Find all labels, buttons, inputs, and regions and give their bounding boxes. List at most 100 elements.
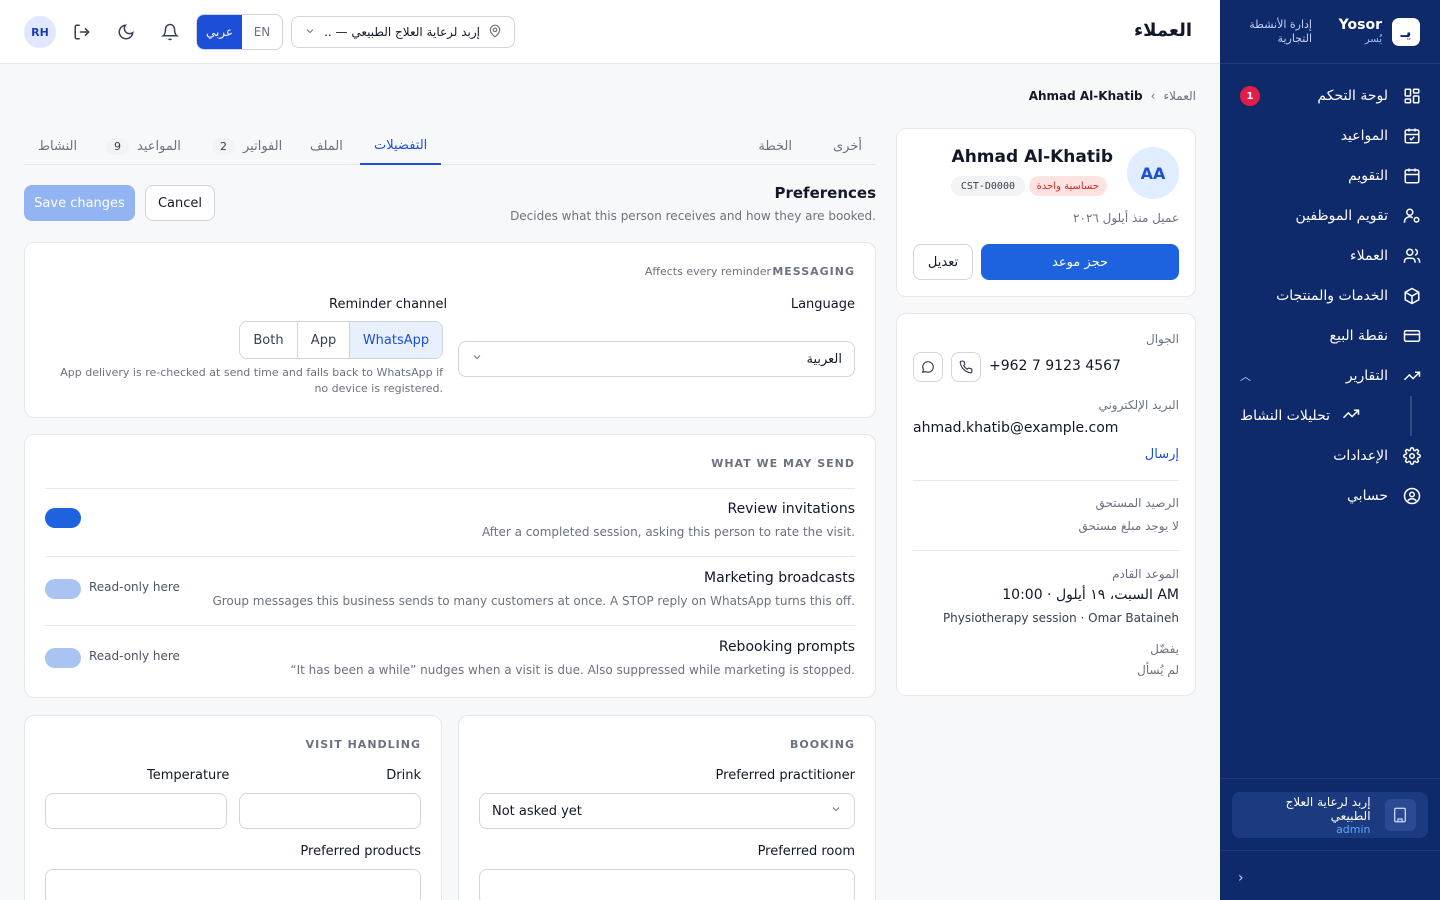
chevron-down-icon [304, 25, 316, 40]
channel-app-option[interactable]: App [298, 322, 350, 358]
room-select[interactable] [479, 869, 855, 900]
what-we-may-send-card: WHAT WE MAY SEND Review invitations Afte… [24, 434, 876, 698]
map-pin-icon [488, 24, 502, 41]
sidebar-item-label: نقطة البيع [1329, 328, 1388, 344]
save-button[interactable]: Save changes [24, 185, 135, 221]
bell-icon[interactable] [158, 20, 182, 44]
book-appointment-button[interactable]: حجز موعد [981, 244, 1179, 280]
sidebar-nav: 1 لوحة التحكم المواعيد التقويم تقويم الم… [1220, 64, 1440, 516]
prefers-label: يفضّل [1150, 642, 1179, 656]
language-toggle: عربي EN [196, 14, 283, 50]
email-value: ahmad.khatib@example.com [913, 420, 1119, 436]
brand-name-ar: يُسر [1364, 33, 1382, 45]
sidebar-item-label: الخدمات والمنتجات [1276, 288, 1388, 304]
tab-count: 9 [106, 137, 129, 155]
sidebar-item-account[interactable]: حسابي [1220, 476, 1440, 516]
tab-label: النشاط [38, 138, 78, 154]
user-cog-icon [1402, 206, 1422, 226]
rebooking-prompts-toggle [45, 648, 81, 668]
sidebar-item-reports[interactable]: ︿ التقارير [1220, 356, 1440, 396]
page-title: العملاء [1133, 20, 1192, 41]
org-switcher[interactable]: إربد لرعاية العلاج الطبيعي admin [1232, 792, 1428, 838]
brand-logo: يـ [1392, 17, 1420, 46]
next-appointment-date: السبت، ١٩ أيلول · 10:00 AM [1002, 587, 1179, 603]
row-description: “It has been a while” nudges when a visi… [290, 663, 855, 677]
avatar[interactable]: RH [24, 16, 56, 48]
products-input[interactable] [45, 869, 421, 900]
channel-both-option[interactable]: Both [240, 322, 298, 358]
chevron-up-icon[interactable]: ︿ [1240, 368, 1251, 384]
contact-card: الجوال +962 7 9123 4567 البريد الإلكترون… [896, 313, 1196, 696]
sidebar-item-appointments[interactable]: المواعيد [1220, 116, 1440, 156]
calendar-check-icon [1402, 126, 1422, 146]
lang-en-button[interactable]: EN [242, 15, 282, 49]
sidebar-item-label: الإعدادات [1333, 448, 1388, 464]
brand-name-en: Yosor [1338, 17, 1382, 34]
logout-icon[interactable] [70, 20, 94, 44]
messaging-card: MESSAGING Affects every reminder Languag… [24, 242, 876, 418]
tab-activity[interactable]: النشاط [24, 128, 91, 164]
drink-label: Drink [386, 768, 421, 783]
tab-other[interactable]: أخرى [819, 128, 876, 164]
profile-card: AA Ahmad Al-Khatib حساسية واحدة CST-D000… [896, 128, 1196, 297]
org-info: إربد لرعاية العلاج الطبيعي admin [1244, 795, 1371, 836]
tab-invoices[interactable]: 2 الفواتير [198, 128, 296, 164]
divider [1220, 778, 1440, 779]
section-subtitle: Decides what this person receives and ho… [510, 209, 876, 223]
tab-count: 2 [212, 137, 235, 155]
sidebar: إدارة الأنشطة التجارية Yosor يُسر يـ 1 ل… [1220, 0, 1440, 900]
sidebar-item-calendar[interactable]: التقويم [1220, 156, 1440, 196]
moon-icon[interactable] [114, 20, 138, 44]
user-circle-icon [1402, 486, 1422, 506]
tab-label: المواعيد [137, 138, 181, 154]
tab-preferences[interactable]: التفضيلات [360, 128, 442, 165]
sidebar-item-settings[interactable]: الإعدادات [1220, 436, 1440, 476]
tab-profile[interactable]: الملف [296, 128, 357, 164]
customer-name: Ahmad Al-Khatib [951, 147, 1113, 167]
collapse-sidebar-icon[interactable]: › [1238, 870, 1244, 886]
marketing-broadcasts-toggle [45, 579, 81, 599]
dashboard-icon [1402, 86, 1422, 106]
temperature-input[interactable] [45, 793, 227, 829]
send-email-link[interactable]: إرسال [1145, 447, 1179, 462]
review-invitations-toggle[interactable] [45, 508, 81, 528]
breadcrumb-current: Ahmad Al-Khatib [1028, 89, 1143, 103]
tab-label: الخطة [758, 138, 792, 154]
tab-appointments[interactable]: 9 المواعيد [92, 128, 195, 164]
divider [45, 556, 855, 557]
building-icon [1384, 799, 1416, 831]
box-icon [1402, 286, 1422, 306]
sidebar-subitem-analytics[interactable]: تحليلات النشاط [1220, 396, 1412, 436]
language-select[interactable]: العربية [458, 341, 855, 377]
tab-plan[interactable]: الخطة [744, 128, 806, 164]
practitioner-select[interactable]: Not asked yet [479, 793, 855, 829]
topbar: العملاء RH عربي EN إربد لرعاية العلاج ال… [0, 0, 1220, 64]
customer-id-badge: CST-D0000 [950, 176, 1025, 196]
divider [45, 488, 855, 489]
sidebar-item-dashboard[interactable]: 1 لوحة التحكم [1220, 76, 1440, 116]
lang-ar-button[interactable]: عربي [197, 15, 242, 49]
sidebar-item-label: التقارير [1345, 368, 1388, 384]
channel-hint: App delivery is re-checked at send time … [60, 366, 443, 395]
next-appointment-label: الموعد القادم [1112, 567, 1179, 581]
drink-input[interactable] [239, 793, 421, 829]
edit-button[interactable]: تعديل [913, 244, 973, 280]
location-select[interactable]: إربد لرعاية العلاج الطبيعي — ... [291, 16, 515, 48]
channel-whatsapp-option[interactable]: WhatsApp [350, 322, 442, 358]
breadcrumb: Ahmad Al-Khatib ‹ العملاء [1029, 89, 1196, 103]
chevron-down-icon [830, 803, 842, 819]
sidebar-item-pos[interactable]: نقطة البيع [1220, 316, 1440, 356]
brand: إدارة الأنشطة التجارية Yosor يُسر يـ [1220, 0, 1440, 64]
sidebar-item-services[interactable]: الخدمات والمنتجات [1220, 276, 1440, 316]
sidebar-item-staff-calendar[interactable]: تقويم الموظفين [1220, 196, 1440, 236]
phone-icon[interactable] [951, 352, 981, 382]
sidebar-item-label: تقويم الموظفين [1295, 208, 1388, 224]
breadcrumb-parent[interactable]: العملاء [1163, 89, 1196, 103]
sidebar-item-customers[interactable]: العملاء [1220, 236, 1440, 276]
divider [913, 480, 1179, 481]
temperature-label: Temperature [147, 768, 230, 783]
cancel-button[interactable]: Cancel [145, 185, 215, 221]
messaging-heading: MESSAGING [772, 265, 855, 278]
chat-icon[interactable] [913, 352, 943, 382]
booking-heading: BOOKING [790, 738, 855, 751]
